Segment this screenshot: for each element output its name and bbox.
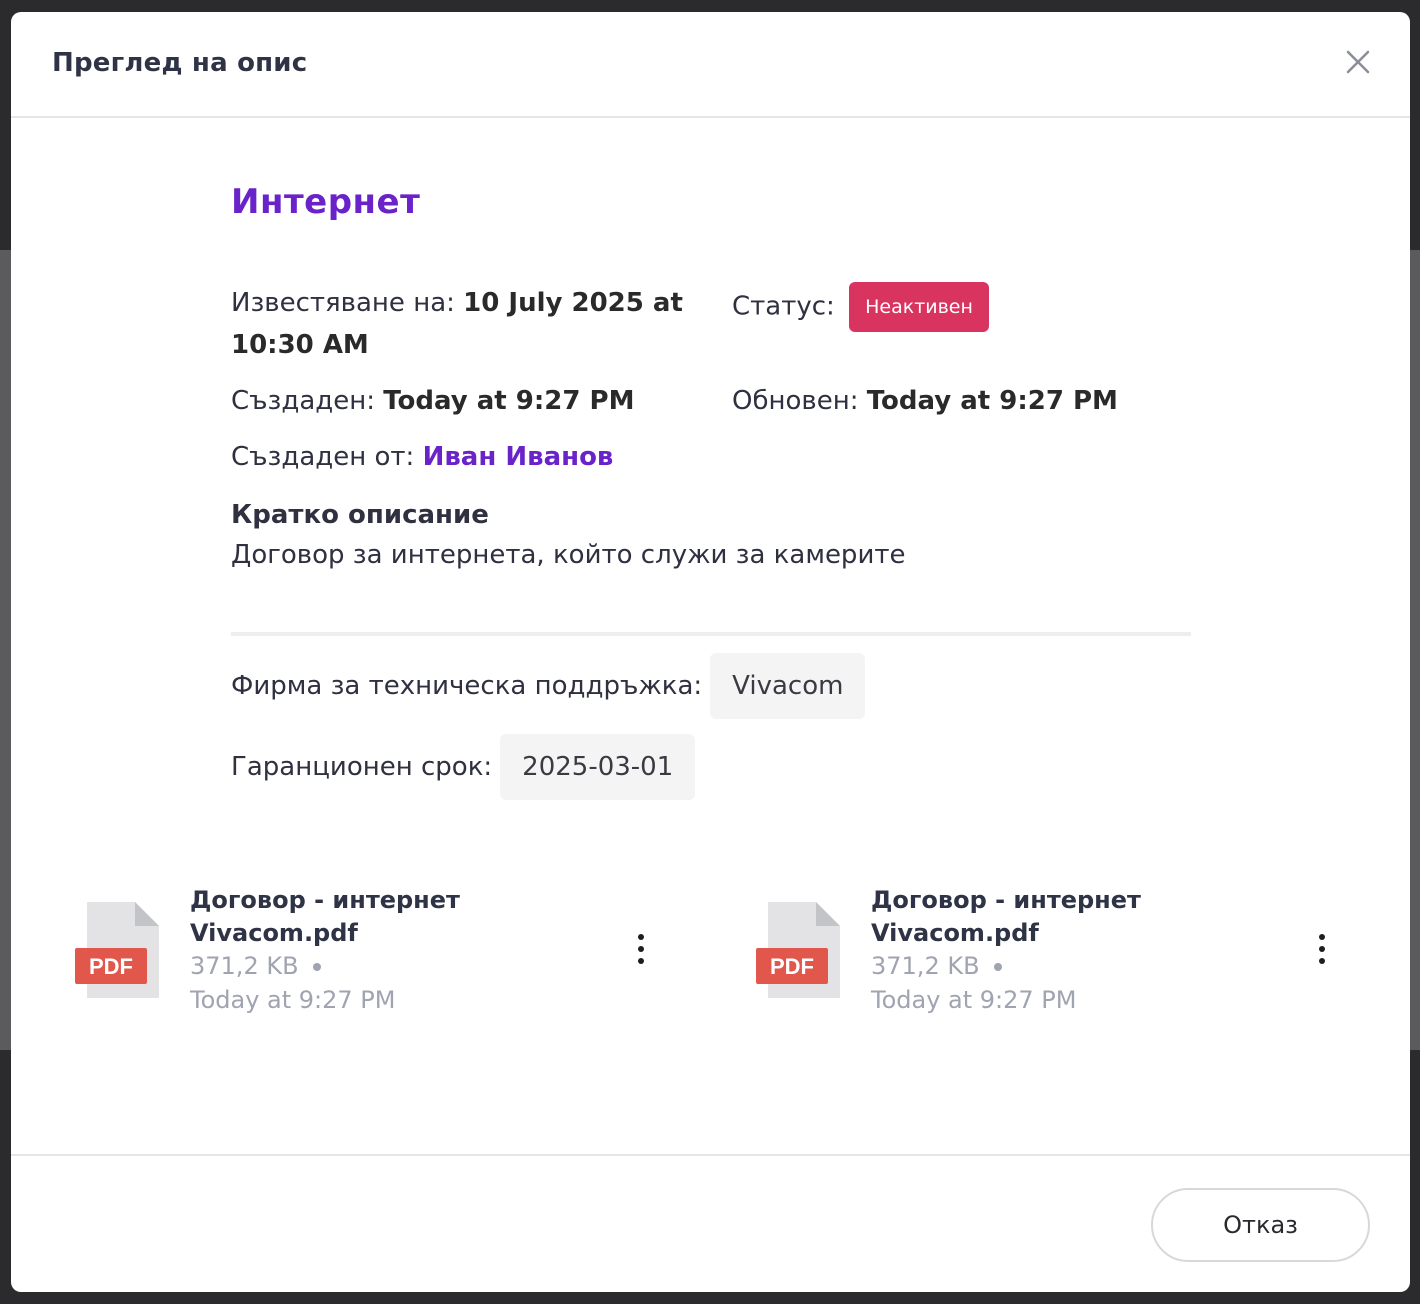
asset-title: Интернет (231, 182, 421, 222)
status: Статус: Неактивен (732, 282, 989, 332)
updated-date: Обновен: Today at 9:27 PM (732, 380, 1118, 422)
pdf-file-icon: PDF (756, 902, 846, 1002)
created-date: Създаден: Today at 9:27 PM (231, 380, 634, 422)
file-date: Today at 9:27 PM (190, 986, 396, 1014)
created-by: Създаден от: Иван Иванов (231, 436, 613, 478)
close-button[interactable] (1344, 48, 1372, 76)
updated-label: Обновен: (732, 386, 859, 416)
asset-details: Интернет Известяване на: 10 July 2025 at… (231, 182, 1191, 582)
file-size: 371,2 KB (190, 952, 321, 980)
modal-footer: Отказ (11, 1154, 1410, 1292)
author-link[interactable]: Иван Иванов (423, 442, 614, 472)
file-name[interactable]: Договор - интернет Vivacom.pdf (190, 884, 510, 950)
notification-value-line2: 10:30 AM (231, 330, 369, 360)
warranty-field: Гаранционен срок: 2025-03-01 (231, 734, 696, 800)
close-icon (1346, 50, 1370, 74)
status-badge: Неактивен (849, 282, 989, 332)
created-by-label: Създаден от: (231, 442, 415, 472)
cancel-button[interactable]: Отказ (1151, 1188, 1370, 1262)
section-divider (231, 632, 1191, 636)
meta-grid: Известяване на: 10 July 2025 at 10:30 AM… (231, 282, 1191, 582)
file-name[interactable]: Договор - интернет Vivacom.pdf (871, 884, 1191, 950)
view-inventory-modal: Преглед на опис Интернет Известяване на:… (11, 12, 1410, 1292)
file-name-line1: Договор - интернет (190, 886, 460, 914)
notification-date: Известяване на: 10 July 2025 at 10:30 AM (231, 282, 711, 366)
file-name-line2: Vivacom.pdf (190, 919, 358, 947)
updated-value: Today at 9:27 PM (866, 386, 1118, 416)
modal-title: Преглед на опис (52, 48, 308, 78)
file-name-line2: Vivacom.pdf (871, 919, 1039, 947)
svg-text:PDF: PDF (89, 954, 133, 979)
notification-label: Известяване на: (231, 288, 455, 318)
status-label: Статус: (732, 291, 835, 322)
more-options-icon[interactable] (1316, 934, 1328, 974)
file-date: Today at 9:27 PM (871, 986, 1077, 1014)
warranty-label: Гаранционен срок: (231, 752, 493, 782)
maintenance-value: Vivacom (710, 653, 866, 719)
warranty-value: 2025-03-01 (500, 734, 696, 800)
maintenance-field: Фирма за техническа поддръжка: Vivacom (231, 653, 866, 719)
maintenance-label: Фирма за техническа поддръжка: (231, 671, 703, 701)
svg-text:PDF: PDF (770, 954, 814, 979)
file-size: 371,2 KB (871, 952, 1002, 980)
file-item[interactable]: PDF Договор - интернет Vivacom.pdf 371,2… (756, 884, 1356, 1034)
separator-dot (312, 963, 321, 971)
created-value: Today at 9:27 PM (383, 386, 635, 416)
more-options-icon[interactable] (635, 934, 647, 974)
notification-value-line1: 10 July 2025 at (463, 288, 683, 318)
created-label: Създаден: (231, 386, 375, 416)
modal-header: Преглед на опис (11, 12, 1410, 118)
pdf-file-icon: PDF (75, 902, 165, 1002)
separator-dot (993, 963, 1002, 971)
file-name-line1: Договор - интернет (871, 886, 1141, 914)
description-title: Кратко описание (231, 500, 489, 530)
file-item[interactable]: PDF Договор - интернет Vivacom.pdf 371,2… (75, 884, 675, 1034)
description-text: Договор за интернета, който служи за кам… (231, 540, 906, 570)
